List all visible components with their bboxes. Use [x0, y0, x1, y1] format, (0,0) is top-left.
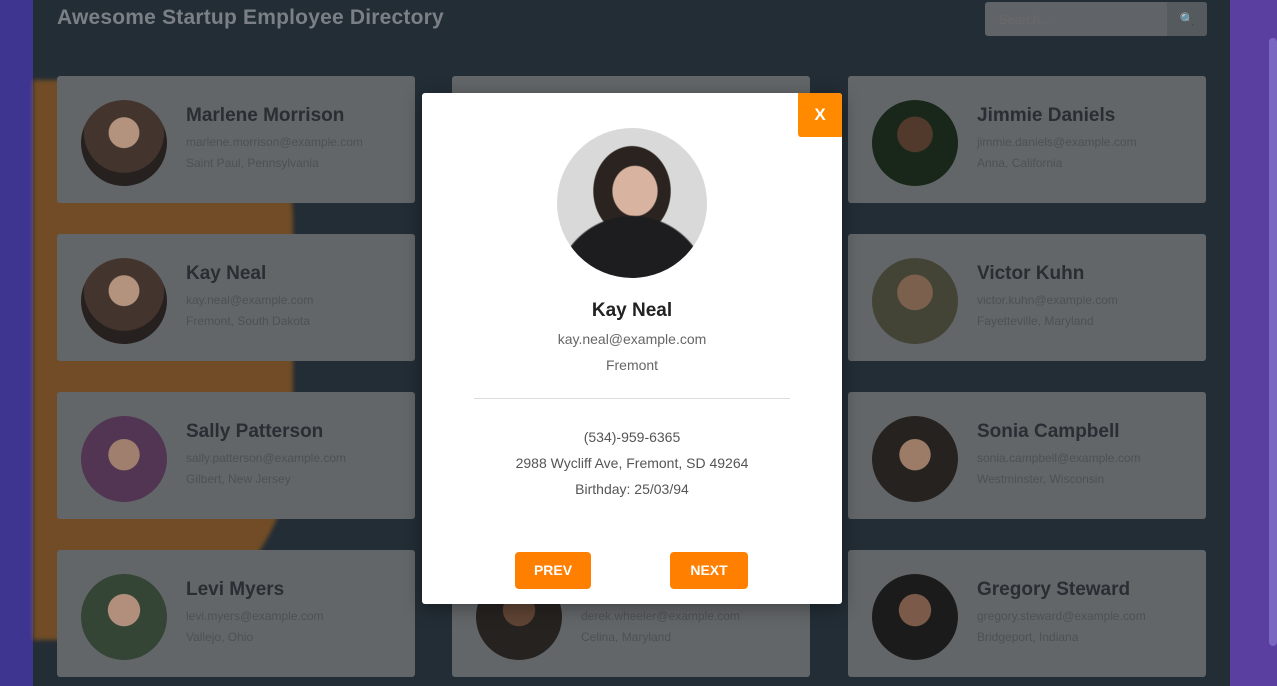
employee-modal: X Kay Neal kay.neal@example.com Fremont … [422, 93, 842, 604]
left-edge [0, 0, 33, 686]
modal-email: kay.neal@example.com [557, 331, 707, 347]
right-edge [1230, 0, 1277, 686]
modal-birthday: Birthday: 25/03/94 [575, 481, 689, 497]
modal-divider [474, 398, 790, 399]
modal-name: Kay Neal [591, 300, 673, 321]
modal-avatar [557, 128, 707, 278]
scrollbar[interactable] [1269, 38, 1277, 646]
close-button[interactable]: X [798, 93, 842, 137]
next-button[interactable]: NEXT [670, 552, 748, 589]
prev-button[interactable]: PREV [515, 552, 591, 589]
modal-address: 2988 Wycliff Ave, Fremont, SD 49264 [515, 455, 749, 471]
modal-city: Fremont [605, 357, 659, 373]
modal-phone: (534)-959-6365 [583, 429, 681, 445]
